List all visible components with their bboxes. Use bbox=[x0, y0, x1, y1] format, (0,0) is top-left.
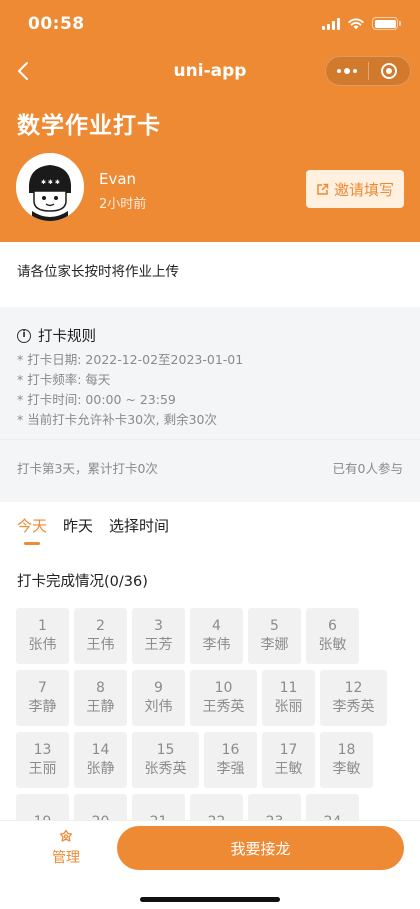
member-cell[interactable]: 15 张秀英 bbox=[132, 732, 199, 788]
member-name: 王静 bbox=[86, 699, 115, 715]
tab-yesterday[interactable]: 昨天 bbox=[63, 515, 93, 536]
member-number: 13 bbox=[33, 742, 52, 759]
member-cell[interactable]: 2 王伟 bbox=[74, 608, 127, 664]
header: 00:58 uni-app 数学作业打卡 ✱ ✱ ✱ Evan 2小时前 邀请填… bbox=[0, 0, 420, 242]
member-name: 张秀英 bbox=[144, 761, 187, 777]
member-number: 9 bbox=[154, 680, 163, 697]
member-name: 李伟 bbox=[202, 637, 231, 653]
member-cell[interactable]: 4 李伟 bbox=[190, 608, 243, 664]
home-indicator bbox=[140, 897, 280, 902]
invite-label: 邀请填写 bbox=[333, 180, 394, 199]
member-name: 王敏 bbox=[274, 761, 303, 777]
svg-text:✱ ✱ ✱: ✱ ✱ ✱ bbox=[41, 179, 60, 186]
member-number: 17 bbox=[279, 742, 298, 759]
rule-frequency: * 打卡频率: 每天 bbox=[17, 372, 111, 387]
activity-description: 请各位家长按时将作业上传 bbox=[17, 264, 179, 280]
member-number: 16 bbox=[221, 742, 240, 759]
battery-icon bbox=[372, 17, 401, 30]
tab-today[interactable]: 今天 bbox=[17, 515, 47, 545]
member-name: 李秀英 bbox=[332, 699, 375, 715]
more-icon[interactable] bbox=[326, 57, 368, 85]
rules-heading: i 打卡规则 bbox=[17, 325, 96, 346]
member-number: 1 bbox=[38, 618, 47, 635]
manage-button[interactable]: 管理 bbox=[40, 829, 92, 867]
user-name: Evan bbox=[99, 170, 137, 188]
completion-title: 打卡完成情况(0/36) bbox=[17, 574, 148, 590]
member-number: 6 bbox=[328, 618, 337, 635]
member-number: 11 bbox=[279, 680, 298, 697]
miniprogram-capsule bbox=[325, 56, 411, 86]
member-cell[interactable]: 8 王静 bbox=[74, 670, 127, 726]
member-name: 王芳 bbox=[144, 637, 173, 653]
member-cell[interactable]: 18 李敏 bbox=[320, 732, 373, 788]
member-number: 8 bbox=[96, 680, 105, 697]
rule-date: * 打卡日期: 2022-12-02至2023-01-01 bbox=[17, 352, 244, 367]
member-name: 李静 bbox=[28, 699, 57, 715]
rule-time: * 打卡时间: 00:00 ~ 23:59 bbox=[17, 392, 176, 407]
member-cell[interactable]: 9 刘伟 bbox=[132, 670, 185, 726]
rules-panel: i 打卡规则 * 打卡日期: 2022-12-02至2023-01-01 * 打… bbox=[0, 307, 420, 439]
member-name: 张敏 bbox=[318, 637, 347, 653]
member-number: 5 bbox=[270, 618, 279, 635]
member-cell[interactable]: 14 张静 bbox=[74, 732, 127, 788]
member-name: 王丽 bbox=[28, 761, 57, 777]
wifi-icon bbox=[348, 18, 364, 30]
page-title: 数学作业打卡 bbox=[17, 113, 161, 139]
member-name: 张静 bbox=[86, 761, 115, 777]
member-number: 12 bbox=[344, 680, 363, 697]
member-number: 4 bbox=[212, 618, 221, 635]
member-number: 2 bbox=[96, 618, 105, 635]
rules-title: 打卡规则 bbox=[38, 329, 96, 345]
avatar-image: ✱ ✱ ✱ bbox=[16, 153, 84, 221]
member-cell[interactable]: 11 张丽 bbox=[262, 670, 315, 726]
member-cell[interactable]: 5 李娜 bbox=[248, 608, 301, 664]
share-icon bbox=[317, 183, 329, 195]
bottom-action-bar: 管理 我要接龙 bbox=[0, 820, 420, 909]
avatar[interactable]: ✱ ✱ ✱ bbox=[16, 153, 84, 221]
member-cell[interactable]: 10 王秀英 bbox=[190, 670, 257, 726]
member-cell[interactable]: 12 李秀英 bbox=[320, 670, 387, 726]
member-name: 张伟 bbox=[28, 637, 57, 653]
manage-label: 管理 bbox=[52, 850, 80, 866]
member-name: 李娜 bbox=[260, 637, 289, 653]
member-name: 王伟 bbox=[86, 637, 115, 653]
member-cell[interactable]: 13 王丽 bbox=[16, 732, 69, 788]
post-time: 2小时前 bbox=[99, 197, 147, 212]
member-grid: 1 张伟 2 王伟 3 王芳 4 李伟 5 李娜 6 张敏 7 李静 8 王静 9 刘伟 10 王秀… bbox=[16, 608, 406, 856]
rule-makeup: * 当前打卡允许补卡30次, 剩余30次 bbox=[17, 412, 217, 427]
invite-button[interactable]: 邀请填写 bbox=[306, 170, 404, 208]
divider bbox=[0, 439, 420, 440]
nav-bar: uni-app bbox=[0, 50, 420, 94]
tab-select-date[interactable]: 选择时间 bbox=[109, 515, 169, 536]
member-number: 18 bbox=[337, 742, 356, 759]
member-name: 刘伟 bbox=[144, 699, 173, 715]
close-icon[interactable] bbox=[369, 57, 410, 85]
member-number: 15 bbox=[156, 742, 175, 759]
date-tabs: 今天 昨天 选择时间 bbox=[17, 515, 169, 545]
member-cell[interactable]: 6 张敏 bbox=[306, 608, 359, 664]
member-number: 10 bbox=[214, 680, 233, 697]
info-icon: i bbox=[17, 328, 31, 343]
status-time: 00:58 bbox=[28, 14, 85, 34]
member-name: 张丽 bbox=[274, 699, 303, 715]
participants-count: 已有0人参与 bbox=[332, 461, 403, 476]
checkin-stats: 打卡第3天，累计打卡0次 bbox=[17, 461, 158, 476]
member-number: 7 bbox=[38, 680, 47, 697]
join-button[interactable]: 我要接龙 bbox=[117, 826, 404, 870]
member-cell[interactable]: 17 王敏 bbox=[262, 732, 315, 788]
status-icons bbox=[322, 17, 401, 30]
member-name: 王秀英 bbox=[202, 699, 245, 715]
member-cell[interactable]: 16 李强 bbox=[204, 732, 257, 788]
signal-icon bbox=[322, 17, 340, 30]
member-cell[interactable]: 3 王芳 bbox=[132, 608, 185, 664]
member-cell[interactable]: 1 张伟 bbox=[16, 608, 69, 664]
manage-icon bbox=[59, 829, 73, 842]
join-label: 我要接龙 bbox=[230, 839, 291, 858]
member-name: 李强 bbox=[216, 761, 245, 777]
member-cell[interactable]: 7 李静 bbox=[16, 670, 69, 726]
status-bar: 00:58 bbox=[0, 0, 420, 50]
member-number: 14 bbox=[91, 742, 110, 759]
member-name: 李敏 bbox=[332, 761, 361, 777]
member-number: 3 bbox=[154, 618, 163, 635]
